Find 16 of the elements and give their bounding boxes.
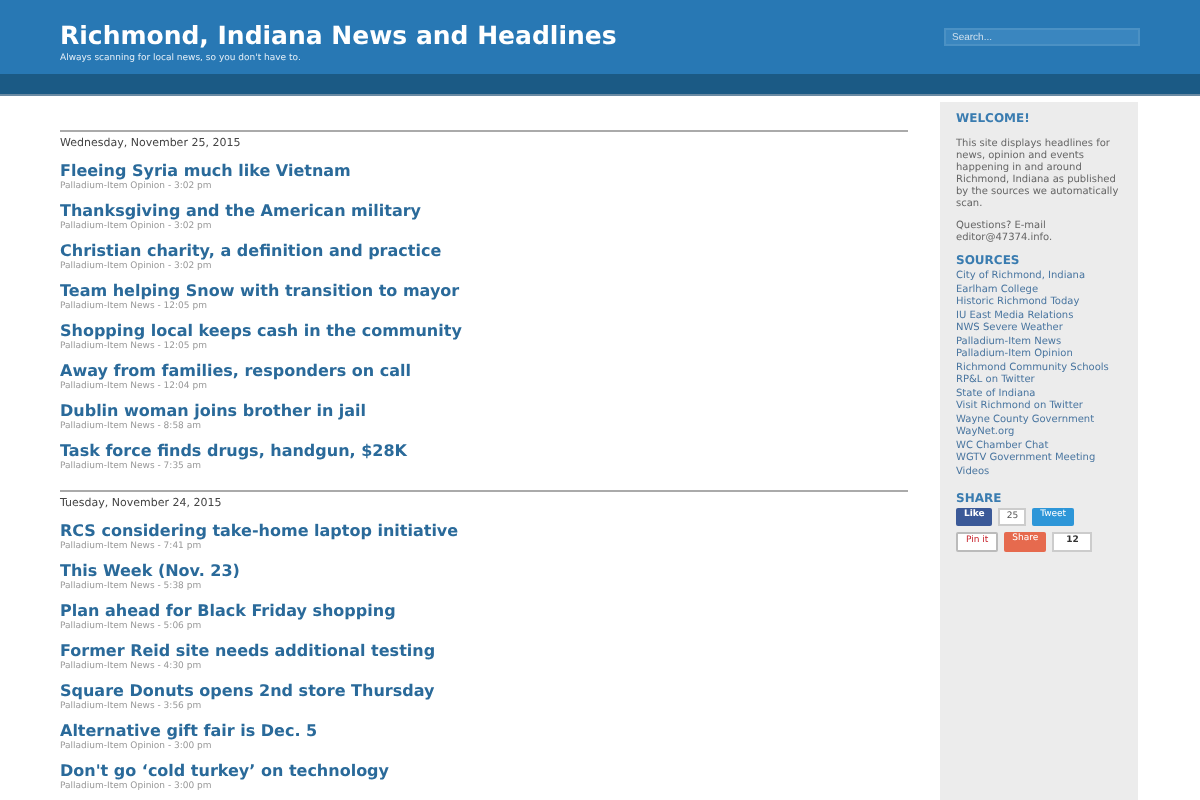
headline-link[interactable]: This Week (Nov. 23) [60,562,908,582]
headline-link[interactable]: Don't go ‘cold turkey’ on technology [60,762,908,782]
headline-link[interactable]: RCS considering take-home laptop initiative [60,522,908,542]
headline-link[interactable]: Dublin woman joins brother in jail [60,402,908,422]
headline-link[interactable]: Team helping Snow with transition to mayor [60,282,908,302]
headline-link[interactable]: Fleeing Syria much like Vietnam [60,162,908,182]
headline-link[interactable]: Away from families, responders on call [60,362,908,382]
site-title[interactable]: Richmond, Indiana News and Headlines [60,22,617,50]
headline-link[interactable]: Plan ahead for Black Friday shopping [60,602,908,622]
headline-link[interactable]: Shopping local keeps cash in the community [60,322,908,342]
headline-link[interactable]: Former Reid site needs additional testing [60,642,908,662]
headline-link[interactable]: Alternative gift fair is Dec. 5 [60,722,908,742]
headline-link[interactable]: Square Donuts opens 2nd store Thursday [60,682,908,702]
headline-link[interactable]: Thanksgiving and the American military [60,202,908,222]
headline-link[interactable]: Christian charity, a definition and practice [60,242,908,262]
headline-link[interactable]: Task force finds drugs, handgun, $28K [60,442,908,462]
